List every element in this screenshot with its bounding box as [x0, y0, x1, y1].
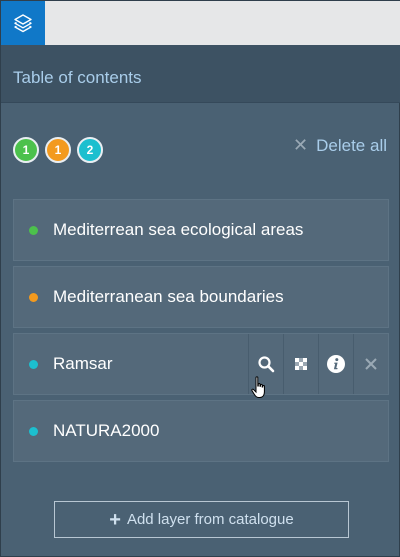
add-layer-label: Add layer from catalogue: [126, 511, 294, 528]
badge-orange: 1: [45, 137, 71, 163]
search-icon: [258, 356, 275, 373]
close-icon: ✕: [293, 135, 309, 155]
hand-cursor-icon: [251, 376, 265, 398]
layer-color-dot: [29, 359, 38, 369]
layer-tools: [248, 334, 388, 394]
badge-green: 1: [13, 137, 39, 163]
remove-layer-button[interactable]: [353, 334, 388, 394]
layer-item[interactable]: Ramsar: [13, 333, 389, 395]
layer-name: Mediterranean sea boundaries: [53, 287, 284, 306]
close-icon: [365, 358, 377, 370]
panel-title: Table of contents: [1, 45, 400, 103]
layer-name: Mediterrean sea ecological areas: [53, 220, 304, 239]
top-bar: [1, 1, 400, 45]
layer-color-dot: [29, 426, 38, 436]
opacity-icon: [295, 358, 307, 370]
layer-name: Ramsar: [53, 354, 113, 373]
layers-icon: [14, 14, 32, 33]
layer-count-badges: 1 1 2: [13, 137, 103, 163]
badge-cyan: 2: [77, 137, 103, 163]
layer-name: NATURA2000: [53, 421, 160, 440]
info-icon: [327, 355, 345, 373]
layers-toggle-button[interactable]: [1, 1, 45, 45]
layer-info-button[interactable]: [318, 334, 353, 394]
delete-all-button[interactable]: ✕ Delete all: [293, 135, 387, 156]
plus-icon: +: [109, 508, 121, 531]
layer-color-dot: [29, 225, 38, 235]
opacity-button[interactable]: [283, 334, 318, 394]
layer-item[interactable]: Mediterranean sea boundaries: [13, 266, 389, 328]
add-layer-button[interactable]: + Add layer from catalogue: [54, 501, 349, 538]
layer-item[interactable]: Mediterrean sea ecological areas: [13, 199, 389, 261]
layer-item[interactable]: NATURA2000: [13, 400, 389, 462]
delete-all-label: Delete all: [316, 135, 387, 155]
layer-color-dot: [29, 292, 38, 302]
